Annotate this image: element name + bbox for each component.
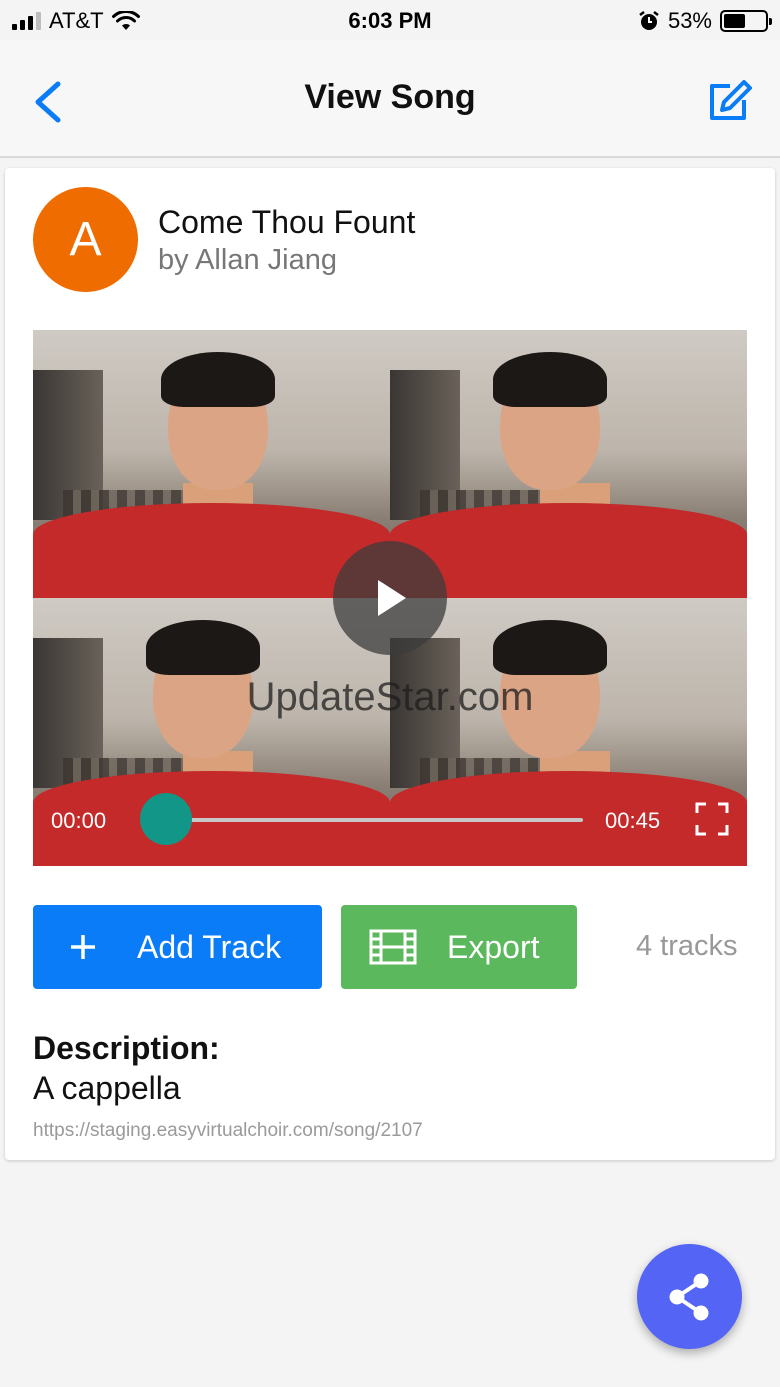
video-tile xyxy=(390,598,747,866)
song-card: A Come Thou Fount by Allan Jiang UpdateS… xyxy=(5,168,775,1160)
description-text: A cappella xyxy=(33,1070,181,1106)
share-button[interactable] xyxy=(637,1244,742,1349)
alarm-icon xyxy=(639,11,659,30)
share-icon xyxy=(669,1273,708,1320)
description-label: Description: xyxy=(33,1030,220,1066)
battery-icon xyxy=(720,10,772,32)
export-button[interactable]: Export xyxy=(341,905,577,989)
song-url[interactable]: https://staging.easyvirtualchoir.com/son… xyxy=(33,1120,423,1142)
add-track-label: Add Track xyxy=(137,928,282,965)
time-duration: 00:45 xyxy=(605,808,661,833)
fullscreen-icon xyxy=(695,802,729,836)
status-bar: AT&T 6:03 PM 53% xyxy=(0,0,780,40)
plus-icon xyxy=(69,933,97,961)
video-tile xyxy=(33,330,390,598)
video-player[interactable]: UpdateStar.com 00:00 00:45 xyxy=(33,330,747,866)
battery-percent: 53% xyxy=(667,8,712,33)
track-count: 4 tracks xyxy=(636,930,738,962)
video-tile xyxy=(390,330,747,598)
song-title: Come Thou Fount xyxy=(158,204,416,240)
film-icon xyxy=(369,929,417,965)
time-elapsed: 00:00 xyxy=(51,808,107,833)
export-label: Export xyxy=(447,928,540,965)
avatar: A xyxy=(33,187,138,292)
seek-thumb[interactable] xyxy=(140,793,192,845)
status-right: 53% xyxy=(638,8,772,34)
play-button[interactable] xyxy=(333,541,447,655)
battery-fill xyxy=(724,14,746,28)
edit-icon xyxy=(710,80,752,120)
page-title: View Song xyxy=(304,78,476,116)
song-author: by Allan Jiang xyxy=(158,244,337,276)
add-track-button[interactable]: Add Track xyxy=(33,905,322,989)
edit-button[interactable] xyxy=(706,78,752,124)
watermark: UpdateStar.com xyxy=(246,675,534,719)
navbar: View Song xyxy=(0,40,780,158)
play-icon xyxy=(378,580,406,616)
fullscreen-button[interactable] xyxy=(695,802,729,836)
seek-bar[interactable] xyxy=(163,818,583,822)
